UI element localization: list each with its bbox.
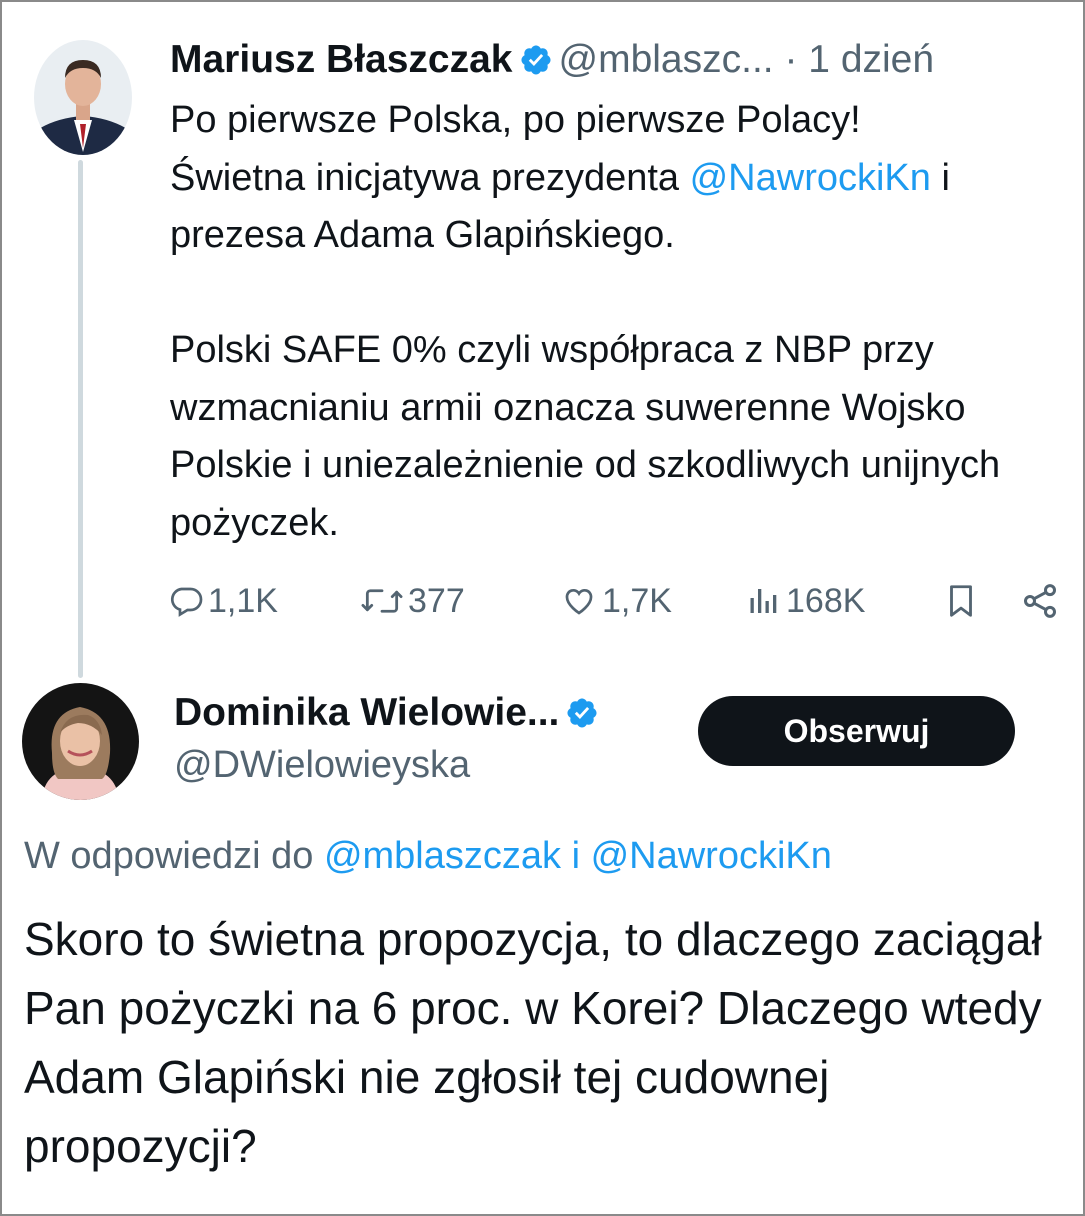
views-icon: [746, 583, 782, 619]
bookmark-icon[interactable]: [942, 574, 980, 628]
tweet-text: Po pierwsze Polska, po pierwsze Polacy! …: [170, 92, 1082, 552]
reply-icon: [168, 583, 204, 619]
reply-author-handle[interactable]: @DWielowieyska: [174, 740, 470, 790]
reply-author-name[interactable]: Dominika Wielowie...: [174, 691, 559, 734]
thread-connector-line: [78, 160, 83, 678]
tweet-line-1: Po pierwsze Polska, po pierwsze Polacy!: [170, 99, 861, 141]
tweet-line-2: Świetna inicjatywa prezydenta @NawrockiK…: [170, 150, 1082, 208]
reply-author-avatar[interactable]: [22, 683, 139, 800]
reply-context: W odpowiedzi do @mblaszczak i @NawrockiK…: [24, 828, 832, 884]
tweet-paragraph-2: Polski SAFE 0% czyli współpraca z NBP pr…: [170, 329, 1001, 544]
reply-to-prefix: W odpowiedzi do: [24, 835, 324, 877]
tweet-time[interactable]: · 1 dzień: [784, 38, 934, 81]
verified-badge-icon: [565, 693, 599, 743]
author-avatar[interactable]: [34, 40, 132, 155]
reply-header: Dominika Wielowie...: [174, 688, 605, 743]
author-handle[interactable]: @mblaszc...: [559, 38, 774, 81]
retweet-button[interactable]: 377: [360, 574, 465, 628]
reply-text: Skoro to świetna propozycja, to dlaczego…: [24, 913, 1042, 1172]
tweet-actions: 1,1K 377 1,7K 168K: [168, 574, 1068, 628]
verified-badge-icon: [519, 39, 553, 91]
reply-count: 1,1K: [208, 581, 278, 620]
retweet-count: 377: [408, 581, 465, 620]
mention-link[interactable]: @NawrockiKn: [690, 157, 931, 199]
tweet-line-2-text: Świetna inicjatywa prezydenta: [170, 156, 690, 199]
reply-button[interactable]: 1,1K: [168, 574, 278, 628]
tweet-header: Mariusz Błaszczak @mblaszc... · 1 dzień: [170, 34, 934, 91]
retweet-icon: [360, 583, 404, 619]
views-count: 168K: [786, 581, 866, 620]
reply-to-mentions[interactable]: @mblaszczak i @NawrockiKn: [324, 835, 832, 877]
like-count: 1,7K: [602, 581, 672, 620]
follow-button[interactable]: Obserwuj: [698, 696, 1015, 766]
share-icon[interactable]: [1020, 574, 1060, 628]
views-button[interactable]: 168K: [746, 574, 865, 628]
tweet-line-3: prezesa Adama Glapińskiego.: [170, 214, 675, 256]
tweet-line-2-end: i: [930, 156, 950, 199]
author-name[interactable]: Mariusz Błaszczak: [170, 38, 513, 81]
like-button[interactable]: 1,7K: [560, 574, 672, 628]
like-icon: [560, 583, 598, 619]
